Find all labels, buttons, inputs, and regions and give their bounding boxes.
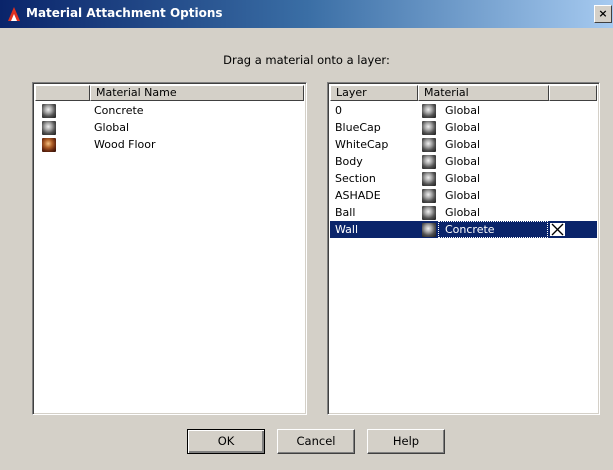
layer-name: ASHADE: [335, 189, 381, 202]
material-swatch-icon: [422, 189, 436, 203]
material-list-item[interactable]: Wood Floor: [35, 136, 304, 153]
layer-name: WhiteCap: [335, 138, 389, 151]
material-list-item[interactable]: Global: [35, 119, 304, 136]
material-swatch-icon: [422, 223, 436, 237]
material-list[interactable]: Material Name Concrete Global Wood Floor: [32, 82, 307, 415]
assigned-material-name[interactable]: Global: [438, 102, 548, 119]
assigned-material-name[interactable]: Global: [438, 136, 548, 153]
material-swatch-icon: [422, 138, 436, 152]
assigned-material-name[interactable]: Global: [438, 119, 548, 136]
material-swatch-icon: [422, 155, 436, 169]
layer-row[interactable]: Ball Global: [330, 204, 597, 221]
layer-name: Ball: [335, 206, 356, 219]
material-swatch-icon: [42, 138, 56, 152]
close-icon: ×: [598, 7, 608, 20]
autocad-app-icon: [8, 7, 20, 21]
layer-row[interactable]: BlueCap Global: [330, 119, 597, 136]
layer-row[interactable]: Body Global: [330, 153, 597, 170]
material-name-column-header[interactable]: Material Name: [90, 85, 304, 101]
assigned-material-name[interactable]: Global: [438, 170, 548, 187]
assigned-material-name[interactable]: Global: [438, 187, 548, 204]
x-icon: [551, 223, 564, 236]
assigned-material-name[interactable]: Global: [438, 204, 548, 221]
material-name: Wood Floor: [94, 138, 156, 151]
material-swatch-icon: [42, 104, 56, 118]
layer-name: Section: [335, 172, 376, 185]
layer-row[interactable]: Wall Concrete: [330, 221, 597, 238]
layer-name: Wall: [335, 223, 359, 236]
title-bar[interactable]: Material Attachment Options ×: [0, 0, 613, 28]
assigned-material-name[interactable]: Global: [438, 153, 548, 170]
detach-material-button[interactable]: [549, 222, 566, 237]
help-button[interactable]: Help: [367, 429, 445, 454]
layer-row[interactable]: Section Global: [330, 170, 597, 187]
material-swatch-icon: [422, 206, 436, 220]
instruction-text: Drag a material onto a layer:: [223, 53, 390, 67]
layer-name: Body: [335, 155, 363, 168]
ok-button[interactable]: OK: [187, 429, 265, 454]
material-column-header[interactable]: Material: [418, 85, 549, 101]
layer-row[interactable]: WhiteCap Global: [330, 136, 597, 153]
window-title: Material Attachment Options: [26, 6, 223, 20]
material-swatch-icon: [422, 172, 436, 186]
layer-row[interactable]: 0 Global: [330, 102, 597, 119]
material-swatch-column-header[interactable]: [35, 85, 90, 101]
cancel-button[interactable]: Cancel: [277, 429, 355, 454]
layer-name: 0: [335, 104, 342, 117]
layer-row[interactable]: ASHADE Global: [330, 187, 597, 204]
assigned-material-name[interactable]: Concrete: [438, 221, 548, 238]
material-list-item[interactable]: Concrete: [35, 102, 304, 119]
material-name: Concrete: [94, 104, 144, 117]
layer-material-list[interactable]: Layer Material 0 Global BlueCap Global White…: [327, 82, 600, 415]
close-button[interactable]: ×: [594, 5, 612, 23]
action-column-header[interactable]: [549, 85, 597, 101]
material-swatch-icon: [42, 121, 56, 135]
layer-name: BlueCap: [335, 121, 381, 134]
layer-column-header[interactable]: Layer: [330, 85, 418, 101]
material-swatch-icon: [422, 104, 436, 118]
material-name: Global: [94, 121, 130, 134]
material-swatch-icon: [422, 121, 436, 135]
